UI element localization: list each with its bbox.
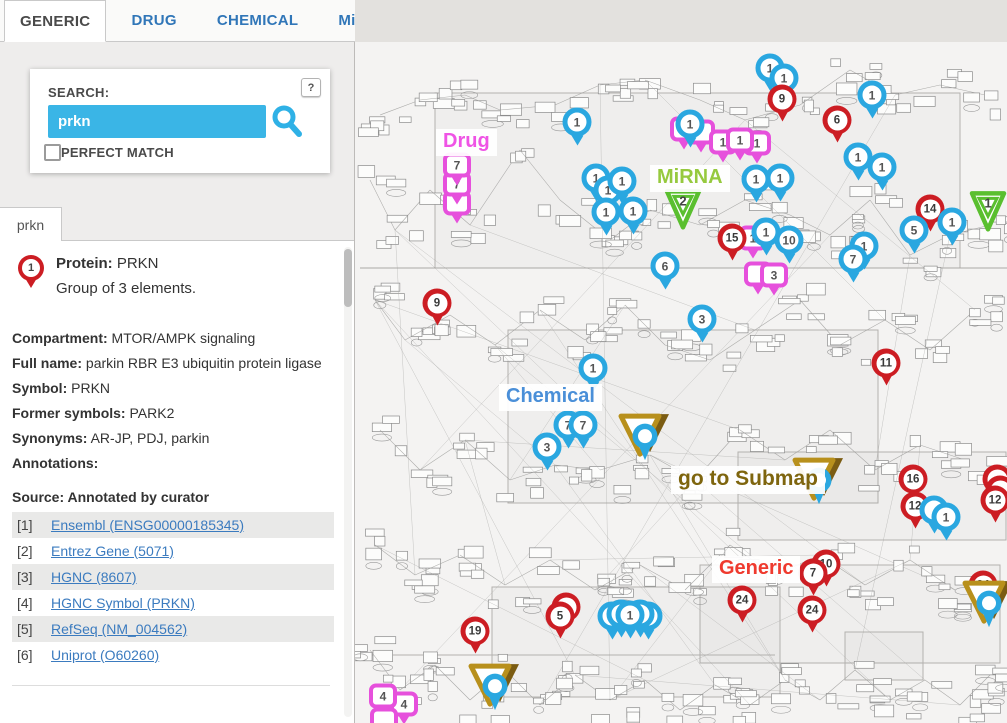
sidebar-scrollbar-track[interactable]	[344, 247, 352, 717]
map-pin-red[interactable]: 9	[768, 85, 797, 114]
map-pin-generic[interactable]: 1	[766, 164, 795, 193]
map-pin-generic[interactable]: 1	[676, 110, 705, 139]
map-label-drug: Drug	[436, 129, 497, 156]
sidebar-scrollbar-thumb[interactable]	[344, 249, 352, 307]
annotation-index: [1]	[17, 517, 43, 533]
map-pin-red[interactable]: 24	[798, 596, 827, 625]
search-panel: ? SEARCH: PERFECT MATCH	[30, 69, 330, 173]
pathway-map[interactable]: DrugMiRNAChemicalgo to SubmapGeneric7711…	[355, 42, 1007, 723]
map-pin-generic[interactable]: 1	[592, 198, 621, 227]
result-tab-prkn[interactable]: prkn	[0, 207, 62, 241]
result-field: Synonyms: AR-JP, PDJ, parkin	[12, 426, 334, 451]
annotation-row: [2] Entrez Gene (5071)	[12, 538, 334, 564]
annotation-row: [3] HGNC (8607)	[12, 564, 334, 590]
map-pin-generic[interactable]: 1	[608, 167, 637, 196]
map-pin-red[interactable]: 5	[546, 602, 575, 631]
annotation-row: [5] RefSeq (NM_004562)	[12, 616, 334, 642]
map-pin-submap[interactable]	[617, 408, 671, 466]
map-pin-generic[interactable]: 10	[775, 226, 804, 255]
map-pin-drug[interactable]: 1	[726, 128, 754, 153]
annotation-list: [1] Ensembl (ENSG00000185345) [2] Entrez Ge…	[12, 512, 334, 668]
annotation-row: [4] HGNC Symbol (PRKN)	[12, 590, 334, 616]
map-pin-generic[interactable]: 7	[839, 245, 868, 274]
annotation-index: [3]	[17, 569, 43, 585]
map-pin-generic[interactable]: 1	[616, 601, 645, 630]
search-input[interactable]	[48, 105, 266, 138]
map-pin-submap[interactable]	[467, 658, 521, 716]
result-title: Protein: PRKN	[56, 253, 196, 275]
result-pin-icon: 1	[18, 255, 44, 281]
map-label-chemical: Chemical	[499, 384, 602, 411]
result-group-info: Group of 3 elements.	[56, 278, 196, 300]
annotation-index: [2]	[17, 543, 43, 559]
map-pin-red[interactable]: 11	[872, 349, 901, 378]
map-pin-red[interactable]: 7	[799, 559, 828, 588]
map-pin-drug[interactable]: 3	[760, 263, 788, 288]
map-pin-mirna[interactable]: 2	[664, 188, 702, 230]
map-pin-generic[interactable]: 1	[858, 81, 887, 110]
search-icon[interactable]	[271, 104, 303, 138]
result-field: Annotations:	[12, 451, 334, 476]
map-label-mirna: MiRNA	[650, 165, 730, 192]
help-button[interactable]: ?	[301, 78, 321, 97]
result-field: Symbol: PRKN	[12, 376, 334, 401]
svg-text:2: 2	[679, 193, 686, 208]
search-sidebar: ? SEARCH: PERFECT MATCH prkn 1 Protein: …	[0, 42, 355, 723]
map-label-generic: Generic	[712, 556, 800, 583]
map-pin-generic[interactable]: 7	[569, 411, 598, 440]
map-pin-generic[interactable]: 1	[563, 108, 592, 137]
annotation-link[interactable]: RefSeq (NM_004562)	[51, 621, 187, 637]
annotation-row: [1] Ensembl (ENSG00000185345)	[12, 512, 334, 538]
map-pin-drug[interactable]: 7	[443, 153, 471, 178]
result-field: Compartment: MTOR/AMPK signaling	[12, 326, 334, 351]
map-pin-red[interactable]: 24	[728, 586, 757, 615]
perfect-match-label: PERFECT MATCH	[61, 145, 174, 160]
map-pin-red[interactable]: 6	[823, 106, 852, 135]
annotation-link[interactable]: Entrez Gene (5071)	[51, 543, 174, 559]
tab-generic[interactable]: GENERIC	[4, 0, 106, 42]
top-tab-bar: GENERICDRUGCHEMICALMiRNA	[0, 0, 1007, 42]
map-pin-red[interactable]: 15	[718, 224, 747, 253]
map-pin-drug[interactable]: 4	[369, 684, 397, 709]
map-pin-red[interactable]: 19	[461, 617, 490, 646]
map-pin-red[interactable]: 9	[423, 289, 452, 318]
annotation-link[interactable]: HGNC (8607)	[51, 569, 137, 585]
annotation-link[interactable]: Uniprot (O60260)	[51, 647, 159, 663]
map-pin-generic[interactable]: 3	[688, 305, 717, 334]
annotation-link[interactable]: Ensembl (ENSG00000185345)	[51, 517, 244, 533]
map-pin-mirna[interactable]: 1	[969, 190, 1007, 232]
divider	[12, 685, 330, 686]
map-pin-drug[interactable]	[370, 708, 398, 723]
map-pin-generic[interactable]: 1	[938, 208, 967, 237]
result-field: Full name: parkin RBR E3 ubiquitin prote…	[12, 351, 334, 376]
tab-drug[interactable]: DRUG	[116, 0, 191, 41]
tab-chemical[interactable]: CHEMICAL	[202, 0, 314, 41]
map-pin-generic[interactable]: 3	[533, 433, 562, 462]
search-label: SEARCH:	[48, 85, 330, 100]
map-pin-red[interactable]: 12	[981, 486, 1007, 515]
perfect-match-checkbox[interactable]	[44, 144, 61, 161]
annotation-index: [5]	[17, 621, 43, 637]
annotation-row: [6] Uniprot (O60260)	[12, 642, 334, 668]
result-fields: Compartment: MTOR/AMPK signalingFull nam…	[12, 326, 334, 476]
map-pin-generic[interactable]: 1	[619, 197, 648, 226]
search-type-tabs: GENERICDRUGCHEMICALMiRNA	[0, 0, 355, 42]
minerva-app: GENERICDRUG CHEMICAL MiRNA ? SEARCH: PERFE…	[0, 0, 1007, 723]
map-pin-generic[interactable]: 1	[579, 354, 608, 383]
map-pin-red[interactable]: 16	[899, 465, 928, 494]
map-pin-generic[interactable]: 1	[868, 153, 897, 182]
annotation-index: [6]	[17, 647, 43, 663]
map-top-strip	[355, 0, 1007, 42]
svg-text:1: 1	[984, 195, 991, 210]
annotation-source: Source: Annotated by curator	[12, 489, 334, 505]
result-field: Former symbols: PARK2	[12, 401, 334, 426]
annotation-link[interactable]: HGNC Symbol (PRKN)	[51, 595, 195, 611]
map-pin-generic[interactable]: 6	[651, 252, 680, 281]
search-result-panel: 1 Protein: PRKN Group of 3 elements. Com…	[0, 240, 354, 723]
map-pin-generic[interactable]: 1	[932, 503, 961, 532]
map-label-go-to-submap: go to Submap	[671, 466, 825, 494]
map-pin-generic[interactable]: 5	[900, 216, 929, 245]
map-pin-submap[interactable]	[961, 575, 1007, 633]
annotation-index: [4]	[17, 595, 43, 611]
